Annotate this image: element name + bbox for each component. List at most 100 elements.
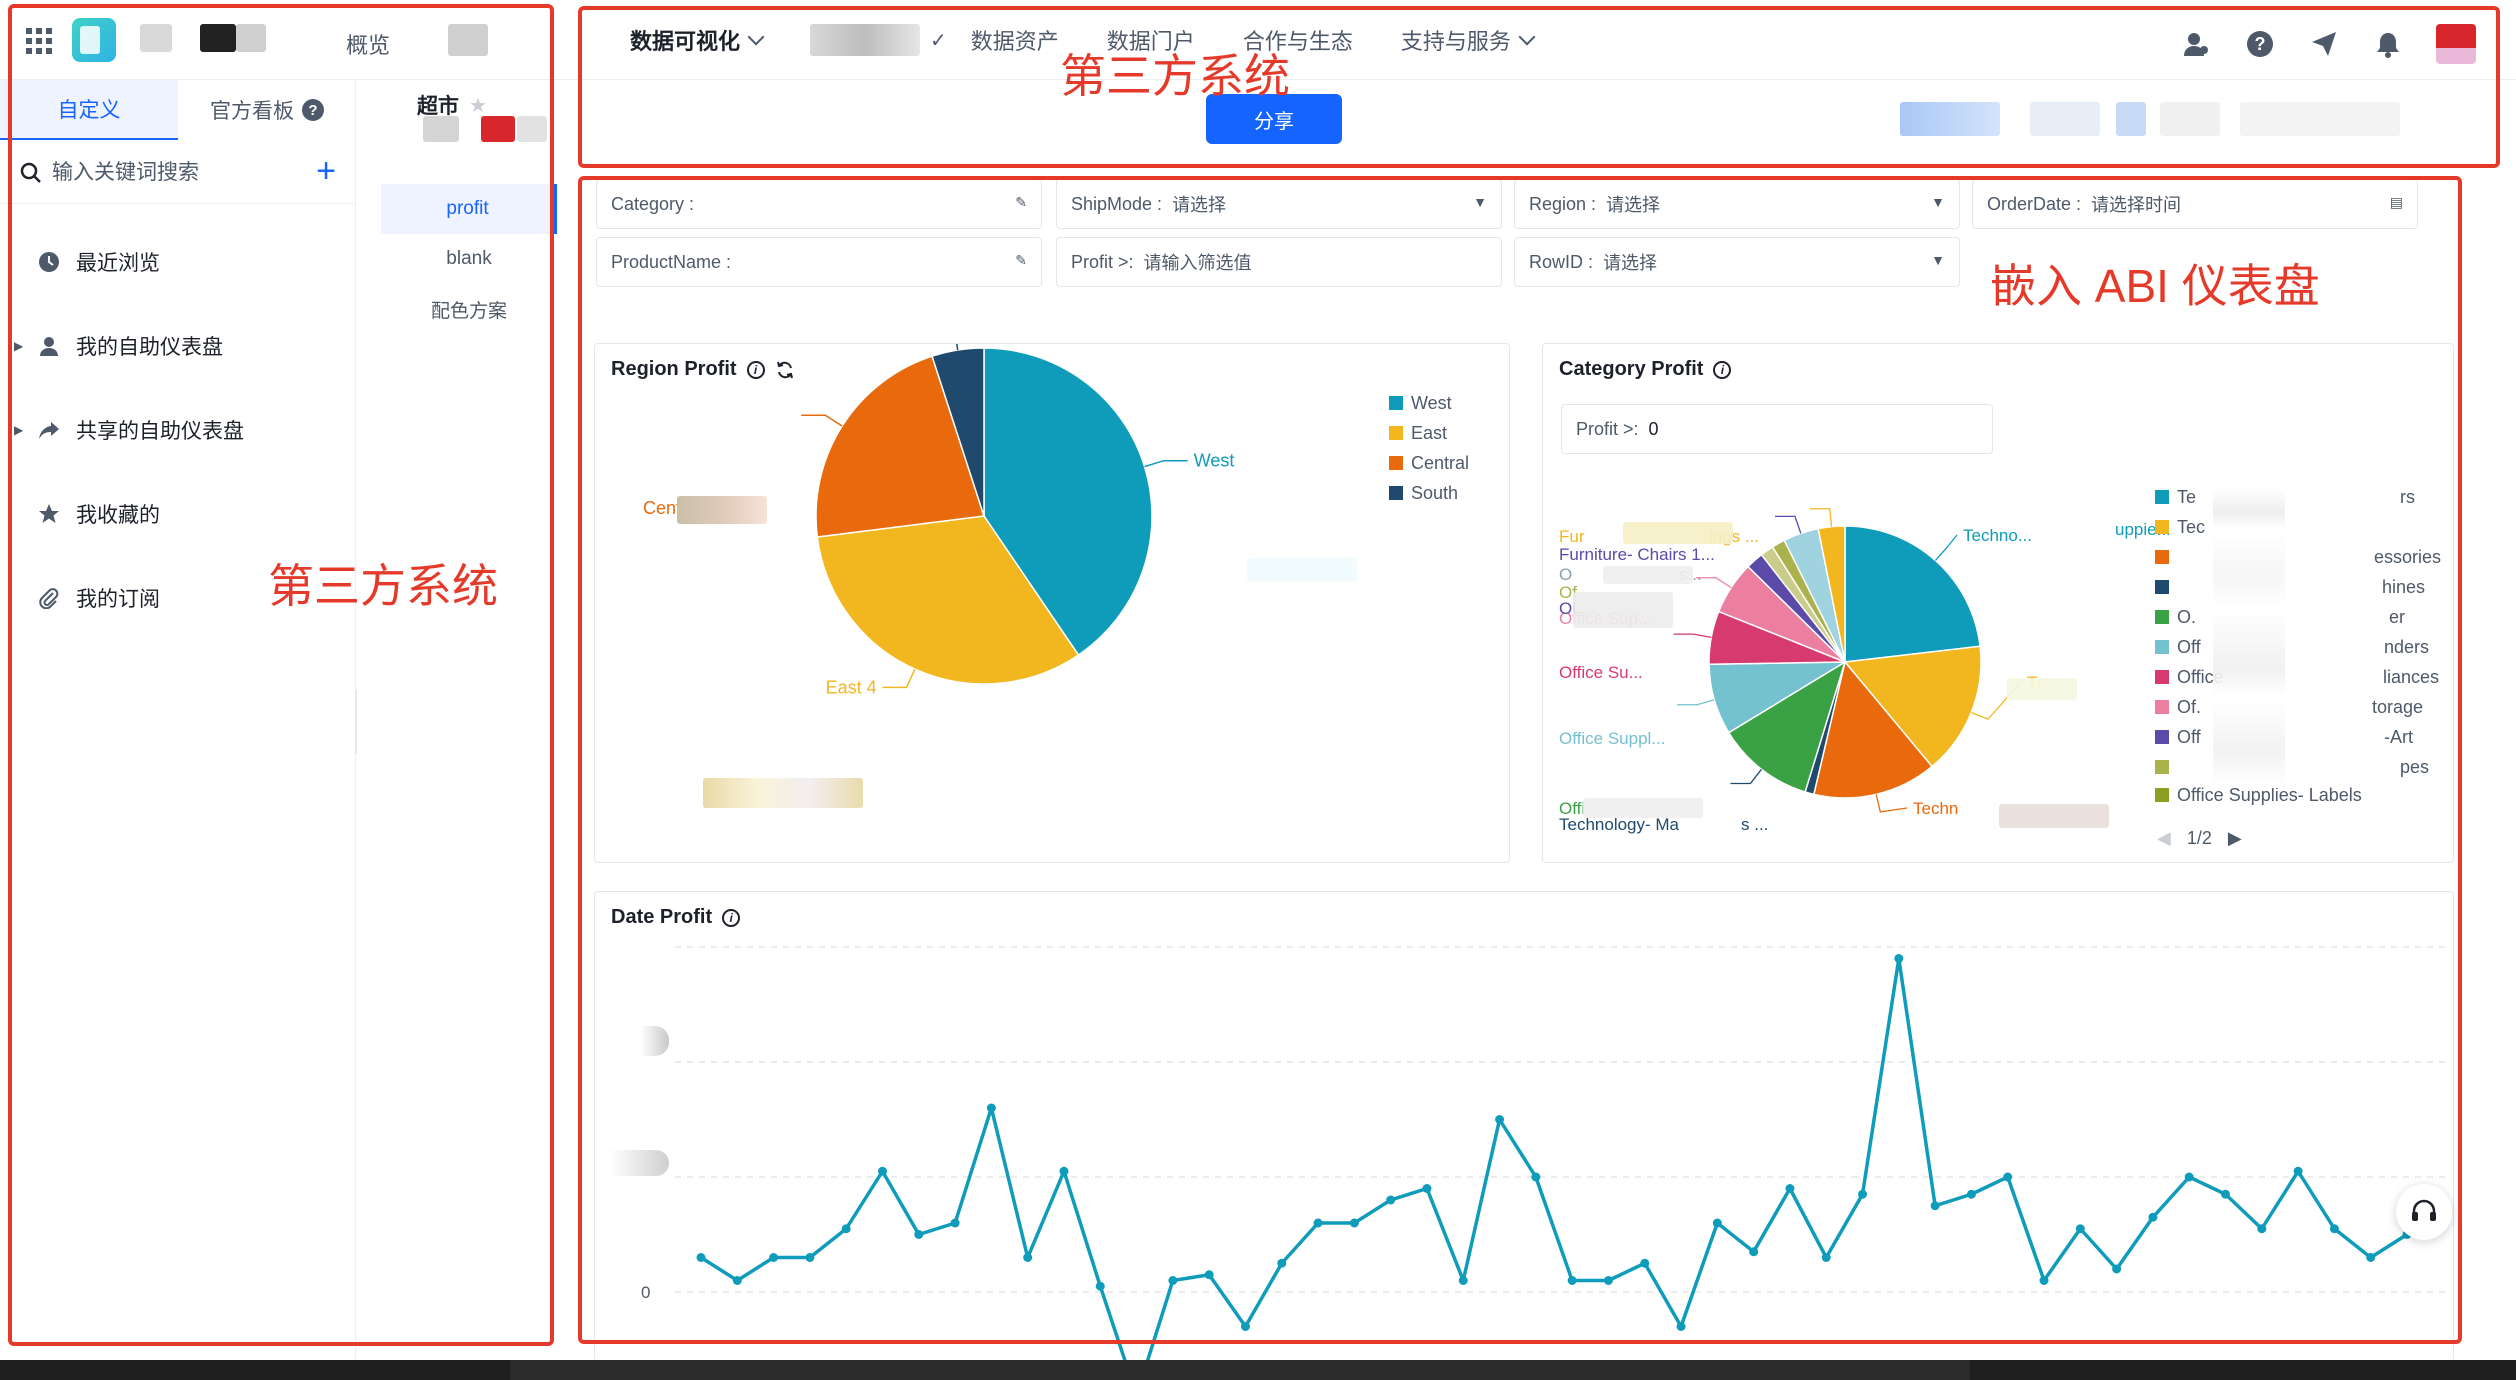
filter-orderdate[interactable]: OrderDate : 请选择时间 ▤	[1972, 179, 2418, 229]
user-icon[interactable]	[2180, 28, 2212, 60]
data-point	[769, 1253, 779, 1262]
data-point	[1095, 1281, 1105, 1291]
legend-item[interactable]: essories	[2155, 542, 2445, 572]
legend-item[interactable]: Office Supplies- Labels	[2155, 782, 2445, 808]
filter-label: ShipMode :	[1071, 193, 1163, 214]
share-icon	[39, 422, 59, 439]
filter-category[interactable]: Category : ✎	[596, 179, 1042, 229]
legend-label-tail: liances	[2382, 666, 2439, 687]
nav-support-label: 支持与服务	[1400, 29, 1511, 54]
region-legend: West East Central South	[1389, 388, 1469, 508]
help-icon[interactable]: ?	[2244, 28, 2276, 60]
legend-item[interactable]: pes	[2155, 752, 2445, 782]
blurred-tenant-name-2	[200, 24, 236, 52]
category-leader-line	[1809, 508, 1833, 527]
nav-data-assets[interactable]: 数据资产	[971, 24, 1059, 56]
apps-grid-icon[interactable]	[26, 28, 52, 54]
bell-icon[interactable]	[2372, 28, 2404, 60]
filter-productname[interactable]: ProductName : ✎	[596, 237, 1042, 287]
customer-service-button[interactable]	[2396, 1184, 2452, 1240]
blurred-legend-values	[2213, 488, 2285, 788]
sidebar-item-my-dashboards[interactable]: ▶ 我的自助仪表盘	[0, 304, 356, 388]
legend-item[interactable]: O. er	[2155, 602, 2445, 632]
legend-item-east[interactable]: East	[1389, 418, 1469, 448]
category-leader-line	[1774, 515, 1802, 534]
category-data-label: Techn	[1913, 799, 1958, 818]
add-button[interactable]: +	[316, 154, 336, 188]
sidebar-item-label: 我的自助仪表盘	[76, 336, 223, 359]
tab-official-boards[interactable]: 官方看板 ?	[178, 80, 356, 140]
blurred-y-tick-1	[641, 1026, 669, 1056]
window-bottom-strip	[0, 1360, 2516, 1380]
legend-item[interactable]: Off nders	[2155, 632, 2445, 662]
screen: 概览 数据可视化 ✓ 数据资产 数据门户 合作与生态 支持与服务 ? 分享 自定…	[0, 0, 2516, 1362]
category-data-label: s ...	[1741, 815, 1768, 834]
filter-rowid[interactable]: RowID : 请选择 ▼	[1514, 237, 1960, 287]
dashboard-item-color-scheme[interactable]: 配色方案	[381, 284, 557, 334]
nav-blurred-item[interactable]: ✓	[810, 24, 947, 56]
prev-page-icon[interactable]: ◀	[2157, 828, 2171, 849]
legend-item[interactable]: Office liances	[2155, 662, 2445, 692]
send-icon[interactable]	[2308, 28, 2340, 60]
data-point	[2366, 1253, 2376, 1262]
blurred-tenant-name-3	[236, 24, 266, 52]
annotation-label-dashboard: 嵌入 ABI 仪表盘	[1990, 260, 2320, 312]
legend-item-west[interactable]: West	[1389, 388, 1469, 418]
legend-label-tail: torage	[2371, 696, 2423, 717]
legend-item[interactable]: hines	[2155, 572, 2445, 602]
legend-item[interactable]: Off -Art	[2155, 722, 2445, 752]
filter-region[interactable]: Region : 请选择 ▼	[1514, 179, 1960, 229]
blurred-toolbar-4	[2160, 102, 2220, 136]
data-point	[1349, 1218, 1359, 1228]
legend-label-tail: rs	[2400, 486, 2415, 507]
caret-right-icon[interactable]: ▶	[14, 339, 23, 353]
caret-right-icon[interactable]: ▶	[14, 423, 23, 437]
sidebar-search: +	[0, 142, 356, 204]
filter-label: Profit >:	[1071, 251, 1134, 272]
blurred-label	[1603, 566, 1693, 584]
data-point	[2039, 1276, 2049, 1285]
sidebar-item-label: 最近浏览	[76, 252, 160, 275]
legend-item[interactable]: Of. torage	[2155, 692, 2445, 722]
tab-custom[interactable]: 自定义	[0, 80, 178, 140]
dashboard-toolbar	[560, 80, 2516, 160]
nav-support[interactable]: 支持与服务	[1400, 24, 1536, 56]
chevron-down-icon	[747, 28, 765, 46]
legend-item-south[interactable]: South	[1389, 478, 1469, 508]
filter-label: Region :	[1529, 193, 1597, 214]
data-point	[1023, 1253, 1033, 1262]
filter-label: Category :	[611, 193, 695, 214]
legend-item[interactable]: Te rs	[2155, 482, 2445, 512]
nav-overview[interactable]: 概览	[346, 28, 390, 60]
blurred-tenant-name	[140, 24, 172, 52]
legend-item-central[interactable]: Central	[1389, 448, 1469, 478]
data-point	[1204, 1270, 1214, 1280]
nav-data-visualization[interactable]: 数据可视化	[630, 24, 765, 56]
filter-shipmode[interactable]: ShipMode : 请选择 ▼	[1056, 179, 1502, 229]
data-point	[877, 1166, 887, 1176]
product-logo[interactable]	[72, 18, 116, 62]
filter-label: OrderDate :	[1987, 193, 2082, 214]
data-point	[2112, 1264, 2122, 1274]
blurred-toolbar-2	[2030, 102, 2100, 136]
category-leader-line	[1673, 633, 1712, 639]
data-point	[1894, 954, 1904, 963]
region-leader-line	[1144, 459, 1188, 468]
sidebar-item-recent[interactable]: 最近浏览	[0, 220, 356, 304]
legend-label: Te	[2177, 486, 2197, 507]
data-point	[1640, 1258, 1650, 1268]
question-icon[interactable]: ?	[302, 99, 324, 121]
dashboard-item-profit[interactable]: profit	[381, 184, 557, 234]
data-point	[732, 1276, 742, 1285]
filter-profit[interactable]: Profit >: 请输入筛选值	[1056, 237, 1502, 287]
legend-item[interactable]: Tec	[2155, 512, 2445, 542]
search-input[interactable]	[52, 160, 282, 185]
blurred-owner-3	[517, 116, 547, 142]
category-data-label: Furniture- Chairs 1...	[1559, 545, 1715, 564]
dashboard-item-blank[interactable]: blank	[381, 234, 557, 284]
star-icon[interactable]: ★	[469, 93, 487, 118]
sidebar-item-shared-dashboards[interactable]: ▶ 共享的自助仪表盘	[0, 388, 356, 472]
next-page-icon[interactable]: ▶	[2228, 828, 2242, 849]
avatar[interactable]	[2436, 24, 2476, 64]
sidebar-item-favorites[interactable]: 我收藏的	[0, 472, 356, 556]
